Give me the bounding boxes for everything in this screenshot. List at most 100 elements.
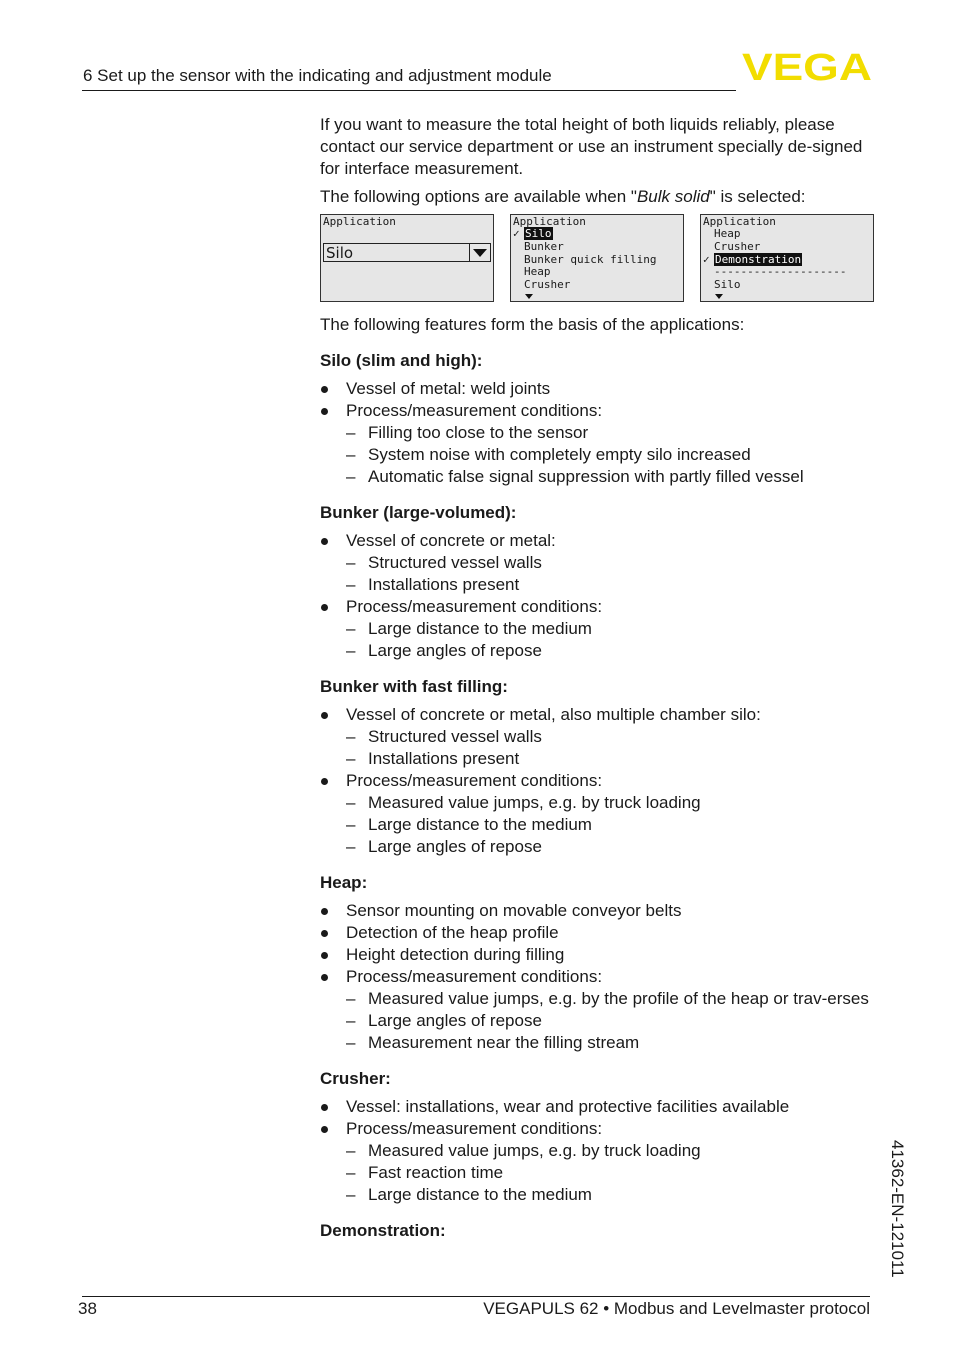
bullet-text: Process/measurement conditions:	[346, 597, 603, 616]
check-spacer	[703, 279, 714, 292]
bullet-item: Vessel of concrete or metal: Structured v…	[320, 530, 880, 596]
checkmark-icon: ✓	[513, 227, 520, 240]
bullet-item: Detection of the heap profile	[320, 922, 880, 944]
bullet-text: Process/measurement conditions:	[346, 1119, 603, 1138]
bullet-item: Sensor mounting on movable conveyor belt…	[320, 900, 880, 922]
bullet-item: Vessel of metal: weld joints	[320, 378, 880, 400]
sub-item: Filling too close to the sensor	[346, 422, 880, 444]
sub-item: Installations present	[346, 748, 880, 770]
sub-list: Measured value jumps, e.g. by the profil…	[346, 988, 880, 1054]
bullet-text: Sensor mounting on movable conveyor belt…	[346, 901, 682, 920]
dropdown-arrow-icon[interactable]	[469, 244, 490, 261]
sub-item: Fast reaction time	[346, 1162, 880, 1184]
screen-application-list-top: Application ✓ Silo Bunker Bunker quick fi…	[510, 214, 684, 302]
menu-option[interactable]: Silo	[703, 278, 741, 292]
screen-application-list-bottom: Application Heap Crusher ✓ Demonstration -…	[700, 214, 874, 302]
check-spacer	[513, 279, 524, 292]
bullet-item: Vessel: installations, wear and protecti…	[320, 1096, 880, 1118]
bullet-item: Process/measurement conditions: Measured …	[320, 1118, 880, 1206]
section-heading: Heap:	[320, 873, 368, 892]
section-heading: Bunker with fast filling:	[320, 677, 508, 696]
bullet-text: Process/measurement conditions:	[346, 401, 603, 420]
footer-rule	[82, 1296, 870, 1297]
header-rule	[82, 90, 736, 91]
sub-item: Large distance to the medium	[346, 1184, 880, 1206]
sub-item: Measurement near the filling stream	[346, 1032, 880, 1054]
check-spacer	[703, 241, 714, 254]
menu-option[interactable]: Crusher	[703, 239, 761, 254]
sub-item: Installations present	[346, 574, 880, 596]
scroll-down-arrow-icon	[525, 294, 533, 299]
menu-option-label: Crusher	[714, 239, 761, 253]
svg-text:VEGA: VEGA	[742, 50, 872, 84]
bullet-text: Detection of the heap profile	[346, 923, 559, 942]
bullet-text: Process/measurement conditions:	[346, 771, 603, 790]
section-heading: Crusher:	[320, 1069, 391, 1088]
footer-doc-title: VEGAPULS 62 • Modbus and Levelmaster pro…	[483, 1299, 870, 1318]
sub-item: Measured value jumps, e.g. by truck load…	[346, 1140, 880, 1162]
display-screenshots: Application Silo Application ✓ Silo Bunke…	[320, 214, 880, 302]
sub-item: Large angles of repose	[346, 640, 880, 662]
check-spacer	[513, 241, 524, 254]
section-heading: Bunker (large-volumed):	[320, 503, 517, 522]
sub-list: Large distance to the mediumLarge angles…	[346, 618, 880, 662]
scroll-down-arrow-icon	[715, 294, 723, 299]
menu-option-label: Bunker quick filling	[524, 252, 657, 266]
sub-list: Measured value jumps, e.g. by truck load…	[346, 792, 880, 858]
menu-option-label: Silo	[714, 278, 741, 292]
sub-item: System noise with completely empty silo …	[346, 444, 880, 466]
sub-item: Large distance to the medium	[346, 814, 880, 836]
menu-option-label: Heap	[714, 227, 741, 240]
bullet-list: Sensor mounting on movable conveyor belt…	[320, 900, 880, 1054]
main-content: If you want to measure the total height …	[320, 114, 880, 1248]
bullet-item: Vessel of concrete or metal, also multip…	[320, 704, 880, 770]
bullet-text: Vessel of concrete or metal:	[346, 531, 556, 550]
bullet-text: Height detection during filling	[346, 945, 565, 964]
document-code: 41362-EN-121011	[888, 1140, 907, 1278]
section-heading: Silo (slim and high):	[320, 351, 483, 370]
menu-option-label: --------------------	[714, 265, 847, 279]
header-section-title: 6 Set up the sensor with the indicating …	[83, 66, 552, 85]
menu-option[interactable]: Crusher	[513, 278, 571, 292]
bullet-item: Process/measurement conditions: Measured …	[320, 966, 880, 1054]
sub-item: Structured vessel walls	[346, 552, 880, 574]
menu-option-label: Bunker	[524, 239, 564, 253]
sub-item: Large angles of repose	[346, 836, 880, 858]
bullet-item: Process/measurement conditions: Large dis…	[320, 596, 880, 662]
sub-list: Structured vessel wallsInstallations pre…	[346, 552, 880, 596]
bullet-list: Vessel of concrete or metal: Structured v…	[320, 530, 880, 662]
sub-list: Structured vessel wallsInstallations pre…	[346, 726, 880, 770]
bullet-text: Vessel of metal: weld joints	[346, 379, 551, 398]
screen-title: Application	[323, 215, 396, 228]
sub-item: Measured value jumps, e.g. by truck load…	[346, 792, 880, 814]
sub-item: Structured vessel walls	[346, 726, 880, 748]
sub-item: Automatic false signal suppression with …	[346, 466, 880, 488]
menu-option-label: Silo	[524, 227, 553, 240]
features-intro: The following features form the basis of…	[320, 315, 745, 334]
bullet-item: Process/measurement conditions: Measured …	[320, 770, 880, 858]
bullet-list: Vessel of metal: weld joints Process/meas…	[320, 378, 880, 488]
bullet-item: Process/measurement conditions: Filling t…	[320, 400, 880, 488]
sub-list: Filling too close to the sensorSystem no…	[346, 422, 880, 488]
vega-logo: VEGA	[742, 50, 872, 84]
options-sentence: The following options are available when…	[320, 187, 806, 206]
bullet-text: Process/measurement conditions:	[346, 967, 603, 986]
application-dropdown[interactable]: Silo	[323, 243, 491, 262]
menu-option-label: Heap	[524, 265, 551, 279]
dropdown-value: Silo	[326, 244, 354, 262]
page-number: 38	[78, 1299, 97, 1318]
application-sections: Silo (slim and high): Vessel of metal: we…	[320, 350, 880, 1242]
screen-application-select: Application Silo	[320, 214, 494, 302]
sub-item: Large distance to the medium	[346, 618, 880, 640]
check-spacer	[703, 228, 714, 241]
bullet-text: Vessel: installations, wear and protecti…	[346, 1097, 790, 1116]
bullet-list: Vessel: installations, wear and protecti…	[320, 1096, 880, 1206]
bullet-text: Vessel of concrete or metal, also multip…	[346, 705, 761, 724]
bullet-list: Vessel of concrete or metal, also multip…	[320, 704, 880, 858]
intro-paragraph: If you want to measure the total height …	[320, 115, 863, 178]
section-heading: Demonstration:	[320, 1221, 446, 1240]
menu-option-label: Crusher	[524, 278, 571, 292]
bulk-solid-term: Bulk solid	[636, 187, 710, 206]
sub-list: Measured value jumps, e.g. by truck load…	[346, 1140, 880, 1206]
sub-item: Large angles of repose	[346, 1010, 880, 1032]
